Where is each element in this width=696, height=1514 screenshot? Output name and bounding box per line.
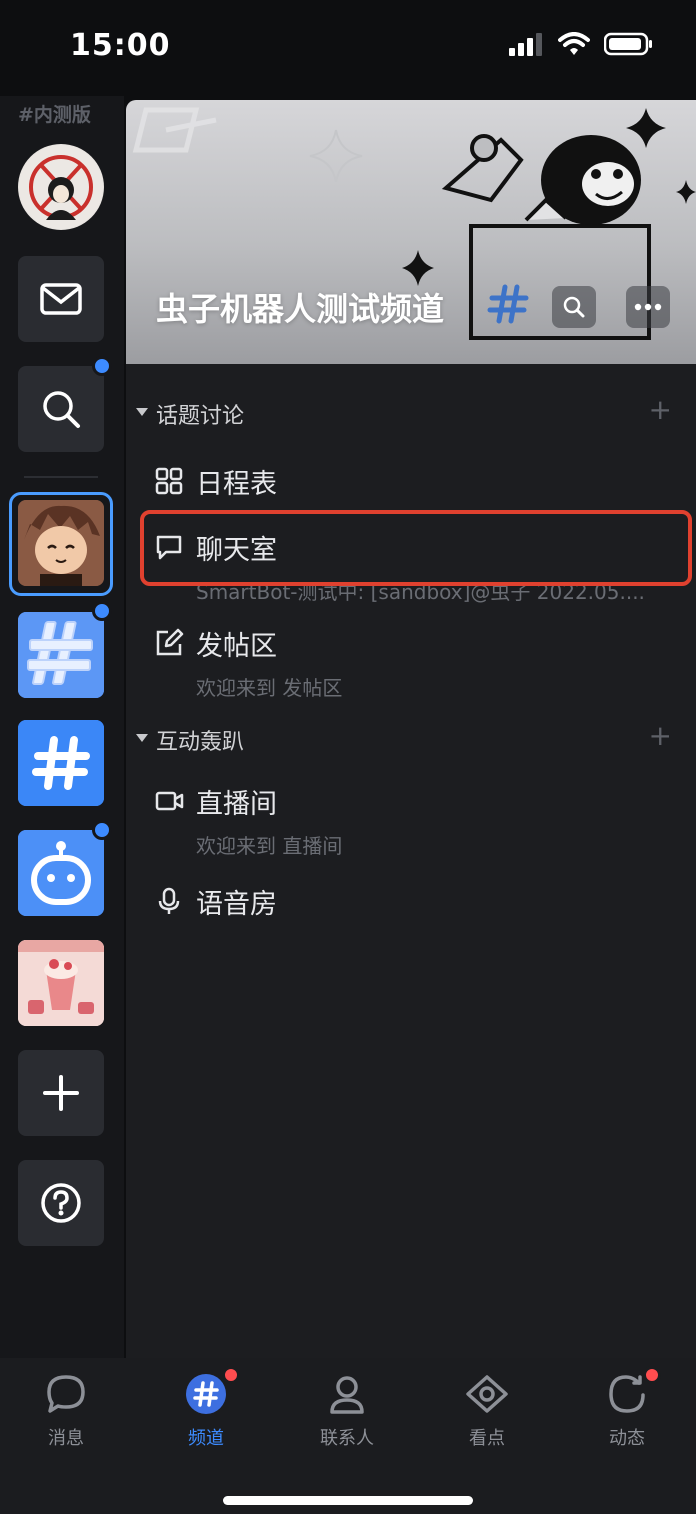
wifi-icon [558, 32, 590, 55]
help-icon [41, 1183, 81, 1223]
status-icons [508, 32, 654, 56]
channel-hashtag-badge-icon [487, 284, 529, 324]
tab-messages[interactable]: 消息 [16, 1372, 116, 1462]
channel-name: 日程表 [196, 469, 277, 500]
mail-icon [40, 283, 82, 315]
contact-person-icon [330, 1376, 364, 1414]
section-interactive-party[interactable]: 互动轰趴 + [126, 720, 696, 760]
channel-item-schedule[interactable]: 日程表 [140, 466, 692, 506]
channel-description: 欢迎来到 发帖区 [196, 676, 343, 700]
activity-refresh-icon [609, 1375, 645, 1413]
add-channel-icon[interactable]: + [649, 396, 672, 424]
message-bubble-icon [47, 1375, 85, 1413]
search-notification-dot [92, 356, 112, 376]
robot-notification-dot [92, 820, 112, 840]
channel-name: 发帖区 [196, 631, 277, 662]
hashtag-3d-server[interactable] [18, 612, 104, 698]
anonymous-avatar[interactable] [18, 144, 104, 230]
channel-hashtag-icon [186, 1374, 226, 1414]
tab-label: 频道 [188, 1428, 224, 1449]
channel-description: 欢迎来到 直播间 [196, 834, 343, 858]
caret-down-icon [136, 734, 148, 742]
home-indicator [223, 1496, 473, 1505]
search-icon [43, 391, 80, 428]
help-button[interactable] [18, 1160, 104, 1246]
search-icon [563, 296, 585, 318]
microphone-icon [158, 887, 180, 914]
tab-watch[interactable]: 看点 [437, 1372, 537, 1462]
edit-post-icon [156, 628, 184, 656]
robot-server[interactable] [18, 830, 104, 916]
channels-badge-dot [222, 1366, 240, 1384]
channel-item-posts[interactable]: 发帖区 欢迎来到 发帖区 [140, 628, 692, 700]
channel-item-live[interactable]: 直播间 欢迎来到 直播间 [140, 786, 692, 858]
section-label: 话题讨论 [156, 404, 245, 429]
robot-icon [18, 830, 104, 916]
channel-name: 语音房 [196, 889, 277, 920]
channel-more-button[interactable] [626, 286, 670, 328]
caret-down-icon [136, 408, 148, 416]
channel-title: 虫子机器人测试频道 [156, 290, 445, 328]
activity-badge-dot [643, 1366, 661, 1384]
hashtag-blue-server[interactable] [18, 720, 104, 806]
channel-banner: 虫子机器人测试频道 [126, 100, 696, 364]
tab-channels[interactable]: 频道 [156, 1366, 256, 1462]
tab-label: 联系人 [320, 1428, 374, 1449]
tab-label: 动态 [609, 1428, 645, 1449]
tab-label: 消息 [48, 1428, 84, 1449]
battery-icon [604, 32, 652, 56]
status-bar: 15:00 [0, 0, 696, 96]
highlight-annotation-box [140, 510, 692, 586]
section-label: 互动轰趴 [156, 730, 245, 755]
channel-panel: 虫子机器人测试频道 话题讨论 + 日程表 聊天室 SmartBot-测试中: [… [126, 100, 696, 1358]
channel-item-voice[interactable]: 语音房 [140, 886, 692, 926]
status-time: 15:00 [70, 28, 171, 63]
channel-search-button[interactable] [552, 286, 596, 328]
tab-contacts[interactable]: 联系人 [297, 1372, 397, 1462]
anime-avatar[interactable] [18, 500, 104, 586]
eye-icon [466, 1375, 508, 1413]
section-topic-discussion[interactable]: 话题讨论 + [126, 394, 696, 434]
channel-name: 直播间 [196, 789, 277, 820]
search-button[interactable] [18, 366, 104, 452]
add-server-button[interactable] [18, 1050, 104, 1136]
rail-divider [24, 476, 98, 478]
schedule-grid-icon [155, 467, 183, 495]
mail-button[interactable] [18, 256, 104, 342]
video-camera-icon [155, 791, 184, 811]
more-dots-icon [634, 303, 662, 311]
bottom-tab-bar: 消息 频道 联系人 看点 动态 [0, 1358, 696, 1514]
tab-activity[interactable]: 动态 [577, 1366, 677, 1462]
cellular-signal-icon [509, 33, 542, 56]
add-channel-icon[interactable]: + [649, 722, 672, 750]
tab-label: 看点 [469, 1428, 505, 1449]
dessert-server[interactable] [18, 940, 104, 1026]
beta-tag: #内测版 [18, 104, 91, 126]
hashtag-3d-notification-dot [92, 601, 112, 621]
add-icon [43, 1075, 79, 1111]
